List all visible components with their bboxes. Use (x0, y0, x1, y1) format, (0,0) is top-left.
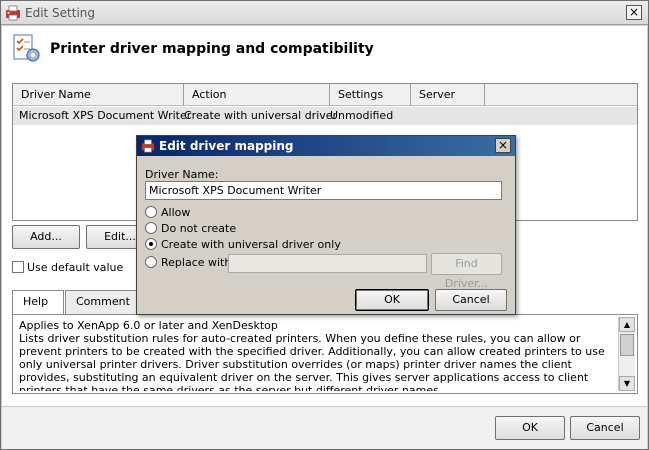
edit-driver-mapping-dialog: Edit driver mapping × Driver Name: Allow… (136, 135, 516, 315)
table-header: Driver Name Action Settings Server Drive… (13, 84, 637, 123)
scroll-up-icon[interactable]: ▲ (619, 317, 635, 332)
cell-driver-name: Microsoft XPS Document Writer (19, 109, 192, 122)
page-header: Printer driver mapping and compatibility (2, 26, 647, 76)
window-close-button[interactable]: × (626, 5, 642, 20)
cancel-button[interactable]: Cancel (570, 416, 640, 440)
driver-name-input[interactable] (145, 181, 502, 200)
edit-setting-window: Edit Setting × Printer driver mapping an… (0, 0, 649, 450)
radio-replace-with-label: Replace with (161, 256, 232, 269)
use-default-label: Use default value (27, 261, 124, 274)
radio-allow[interactable] (145, 206, 157, 218)
dialog-cancel-button[interactable]: Cancel (435, 289, 507, 311)
printer-icon (5, 5, 21, 21)
window-titlebar[interactable]: Edit Setting × (1, 1, 648, 25)
bottom-bar: OK Cancel (2, 406, 647, 449)
cell-action: Create with universal driver (184, 109, 338, 122)
radio-replace-with[interactable] (145, 256, 157, 268)
help-text-content: Applies to XenApp 6.0 or later and XenDe… (19, 319, 605, 391)
replace-with-input[interactable] (228, 254, 427, 273)
use-default-checkbox[interactable] (12, 261, 24, 273)
help-panel: Applies to XenApp 6.0 or later and XenDe… (12, 314, 638, 394)
add-button[interactable]: Add... (12, 225, 80, 249)
driver-name-label: Driver Name: (145, 168, 219, 181)
dialog-close-button[interactable]: × (495, 138, 511, 153)
page-title: Printer driver mapping and compatibility (50, 41, 374, 57)
printer-icon (141, 139, 155, 153)
column-header-server-driver[interactable]: Server Driver (411, 84, 485, 123)
dialog-titlebar[interactable]: Edit driver mapping × (137, 136, 515, 156)
dialog-ok-button[interactable]: OK (355, 289, 429, 311)
dialog-title: Edit driver mapping (159, 139, 294, 153)
cell-settings: Unmodified (330, 109, 394, 122)
find-driver-button[interactable]: Find Driver... (431, 253, 502, 290)
column-header-settings[interactable]: Settings (330, 84, 411, 106)
column-header-action[interactable]: Action (184, 84, 330, 106)
help-text: Applies to XenApp 6.0 or later and XenDe… (19, 319, 611, 391)
window-title: Edit Setting (25, 6, 96, 20)
radio-do-not-create-label: Do not create (161, 222, 237, 235)
radio-create-universal-label: Create with universal driver only (161, 238, 341, 251)
help-scrollbar[interactable]: ▲ ▼ (618, 317, 635, 391)
tab-comment[interactable]: Comment (65, 290, 141, 314)
radio-do-not-create[interactable] (145, 222, 157, 234)
tab-help[interactable]: Help (12, 290, 64, 315)
radio-create-universal[interactable] (145, 238, 157, 250)
settings-checklist-icon (10, 32, 42, 64)
ok-button[interactable]: OK (495, 416, 565, 440)
scroll-thumb[interactable] (620, 334, 634, 356)
column-header-driver-name[interactable]: Driver Name (13, 84, 184, 106)
table-row[interactable]: Microsoft XPS Document Writer Create wit… (13, 107, 637, 125)
radio-allow-label: Allow (161, 206, 191, 219)
scroll-down-icon[interactable]: ▼ (619, 376, 635, 391)
cell-server-driver (405, 107, 411, 125)
